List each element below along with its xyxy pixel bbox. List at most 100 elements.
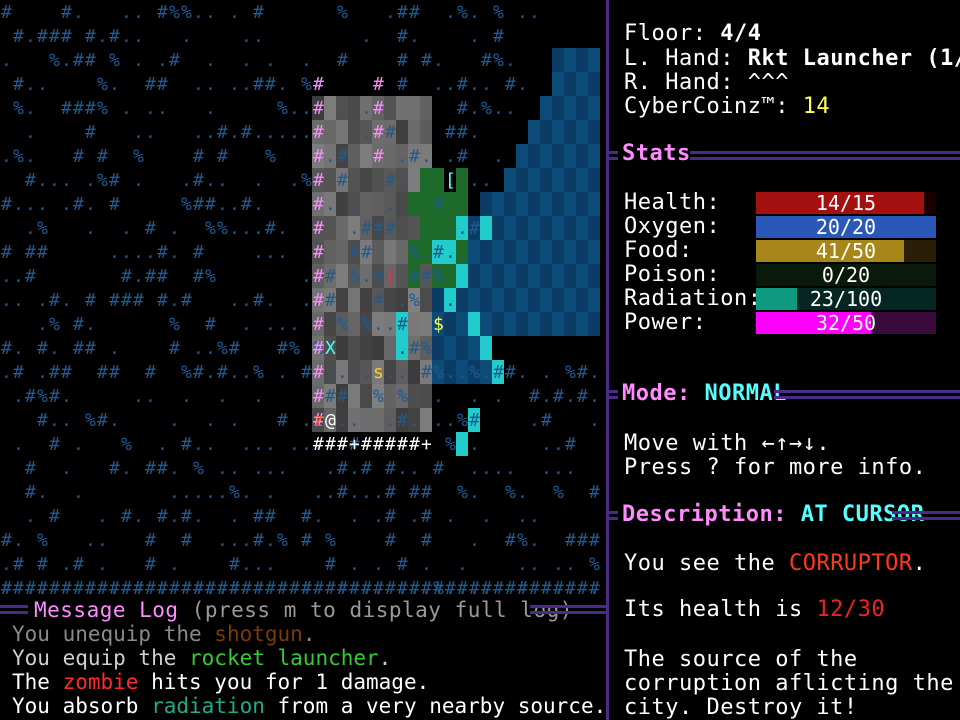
map-glyph: # [193,170,204,191]
map-glyph: # [253,2,264,23]
map-glyph: . [181,386,192,407]
map-glyph: . [121,98,132,119]
stat-label-poison: Poison: [624,262,721,287]
map-glyph: . [25,98,36,119]
map-glyph: # [457,98,468,119]
map-glyph: . [565,386,576,407]
water-tile [588,288,600,312]
map-glyph: . [529,554,540,575]
map-glyph: % [181,2,192,23]
map-glyph: . [205,50,216,71]
map-glyph: # [253,578,264,596]
map-glyph: . [217,170,228,191]
bright-wall: # [361,434,372,455]
stats-rule-left [608,151,618,154]
map-glyph: . [301,290,312,311]
map-glyph: . [361,266,372,287]
map-glyph: # [49,26,60,47]
map-glyph: # [517,578,528,596]
mode-rule-left2 [608,396,618,399]
map-glyph: . [445,218,456,239]
map-glyph: % [181,194,192,215]
map-glyph: . [445,506,456,527]
water-tile [540,192,552,216]
map-glyph: # [385,122,396,143]
map-glyph: # [433,458,444,479]
map-glyph: % [505,482,516,503]
map-glyph: # [421,530,432,551]
map-glyph: # [493,362,504,383]
map-glyph: . [85,314,96,335]
map-glyph: % [37,530,48,551]
map-glyph: # [397,410,408,431]
lhand-label: L. Hand: [624,46,748,71]
map-glyph: % [97,170,108,191]
map-glyph: . [349,506,360,527]
map-glyph: # [85,338,96,359]
map-glyph: . [229,218,240,239]
map-glyph: # [397,554,408,575]
water-tile [588,48,600,72]
map-glyph: . [517,362,528,383]
map-glyph: # [13,578,24,596]
water-tile [516,168,528,192]
map-glyph: # [301,578,312,596]
map-glyph: . [553,458,564,479]
map-glyph: . [553,554,564,575]
map-glyph: # [337,482,348,503]
room-wall: # [373,146,384,167]
map-glyph: . [301,434,312,455]
map-glyph: . [325,362,336,383]
dungeon-map[interactable]: # #... #%%... #%. # #.%.%. .#. # # # #. #...... #.. #… [0,0,600,596]
map-glyph: . [265,482,276,503]
lit-floor [360,168,372,192]
map-glyph: # [421,482,432,503]
map-glyph: . [469,74,480,95]
map-glyph: . [457,218,468,239]
map-glyph: # [13,554,24,575]
map-glyph: . [481,506,492,527]
map-glyph: . [13,266,24,287]
corruption-tile [456,192,468,216]
map-glyph: . [229,290,240,311]
map-glyph: # [313,578,324,596]
map-glyph: . [73,482,84,503]
water-tile [540,144,552,168]
map-glyph: . [253,218,264,239]
room-wall: # [373,74,384,95]
water-tile [564,264,576,288]
map-glyph: . [205,2,216,23]
radiation-tile [480,336,492,360]
water-tile [528,288,540,312]
water-tile [588,192,600,216]
lit-floor [360,144,372,168]
map-glyph: . [1,50,12,71]
item-armor: [ [445,170,456,191]
map-glyph: % [433,362,444,383]
map-glyph: . [469,26,480,47]
map-glyph: . [301,266,312,287]
map-glyph: # [157,2,168,23]
room-wall: # [373,98,384,119]
map-glyph: . [277,242,288,263]
map-glyph: . [37,290,48,311]
map-glyph: . [241,26,252,47]
map-glyph: . [421,218,432,239]
water-tile [480,264,492,288]
map-glyph: # [421,50,432,71]
map-glyph: . [229,122,240,143]
map-glyph: # [397,26,408,47]
map-glyph: # [49,506,60,527]
map-glyph: . [181,26,192,47]
map-glyph: . [37,314,48,335]
mode-rule-left [608,390,618,393]
map-glyph: # [157,506,168,527]
map-glyph: # [181,506,192,527]
map-glyph: . [253,386,264,407]
map-glyph: . [193,2,204,23]
map-glyph: . [493,458,504,479]
map-glyph: % [565,362,576,383]
map-glyph: # [445,122,456,143]
map-glyph: % [409,242,420,263]
map-glyph: # [193,194,204,215]
